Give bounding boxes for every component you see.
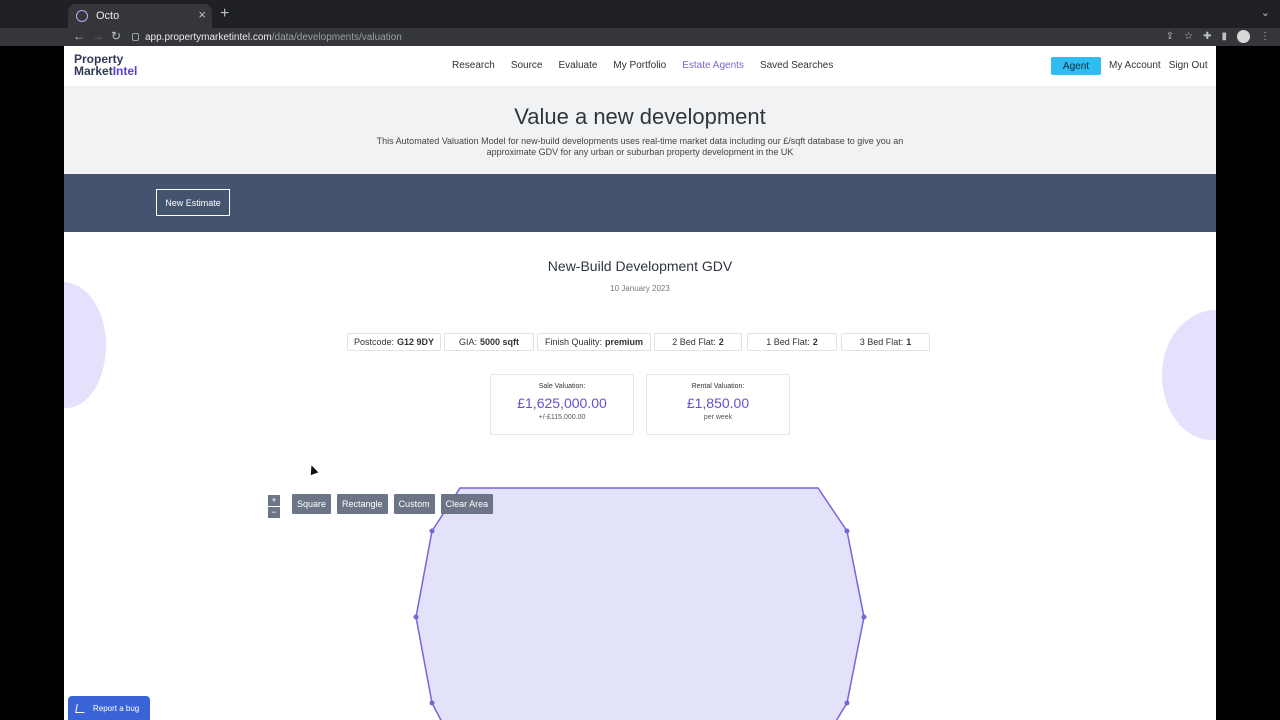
sidepanel-icon[interactable]: ▮ [1221,31,1227,42]
custom-tool-button[interactable]: Custom [393,494,435,514]
logo-line-2b: Intel [112,64,138,78]
logo[interactable]: Property MarketIntel [74,53,137,77]
chip-label: 1 Bed Flat: [766,337,810,347]
web-page: Property MarketIntel Research Source Eva… [64,46,1216,720]
chip-3-bed-flat: 3 Bed Flat: 1 [841,333,930,351]
rental-label: Rental Valuation: [691,383,745,390]
polygon-vertex-handle[interactable] [429,528,435,534]
sale-amount: £1,625,000.00 [517,395,607,411]
action-band: New Estimate [64,174,1216,232]
decorative-blob-right [1162,310,1216,440]
forward-icon[interactable]: → [92,29,104,43]
rectangle-tool-button[interactable]: Rectangle [337,494,388,514]
main-nav: Research Source Evaluate My Portfolio Es… [452,60,833,71]
decorative-blob-left [64,282,106,408]
chip-value: G12 9DY [397,337,435,347]
nav-my-portfolio[interactable]: My Portfolio [613,60,666,71]
chip-label: GIA: [458,337,477,347]
my-account-link[interactable]: My Account [1109,60,1161,71]
sale-margin: +/-£115,000.00 [538,414,586,421]
close-tab-icon[interactable]: × [198,7,206,22]
chevron-down-icon[interactable]: ⌄ [1261,6,1270,19]
result-title: New-Build Development GDV [547,258,733,274]
nav-source[interactable]: Source [511,60,543,71]
nav-saved-searches[interactable]: Saved Searches [760,60,833,71]
back-icon[interactable]: ← [73,29,85,43]
chip-value: premium [605,337,644,347]
url-path: /data/developments/valuation [271,31,402,43]
menu-icon[interactable]: ⋮ [1260,31,1270,42]
zoom-controls: + − [268,495,280,519]
browser-tab[interactable]: Octo × [68,4,212,28]
polygon-vertex-handle[interactable] [844,700,850,706]
chip-value: 2 [812,337,818,347]
sign-out-link[interactable]: Sign Out [1169,60,1208,71]
extensions-icon[interactable]: ✚ [1203,31,1211,42]
report-bug-button[interactable]: Report a bug [68,696,150,720]
rental-period: per week [703,414,733,421]
chip-finish-quality: Finish Quality: premium [537,333,651,351]
chip-value: 2 [718,337,724,347]
polygon-vertex-handle[interactable] [429,700,435,706]
report-bug-label: Report a bug [93,703,140,713]
site-header: Property MarketIntel Research Source Eva… [64,46,1216,86]
new-estimate-button[interactable]: New Estimate [156,189,230,216]
agent-button[interactable]: Agent [1051,57,1101,75]
drawn-area-polygon[interactable] [64,476,1216,720]
page-description: This Automated Valuation Model for new-b… [376,136,904,157]
tab-title: Octo [96,10,120,22]
map-area[interactable]: + − Square Rectangle Custom Clear Area [64,476,1216,720]
page-title: Value a new development [514,104,766,129]
chip-label: Postcode: [353,337,394,347]
chip-postcode: Postcode: G12 9DY [347,333,441,351]
pencil-icon [75,703,86,713]
chip-label: 3 Bed Flat: [859,337,904,347]
chip-value: 1 [906,337,912,347]
browser-toolbar: ← → ↻ app.propertymarketintel.com /data/… [0,28,1280,46]
clear-area-button[interactable]: Clear Area [440,494,494,514]
sale-label: Sale Valuation: [538,383,586,390]
logo-line-2a: Market [74,64,113,78]
polygon-vertex-handle[interactable] [844,528,850,534]
reload-icon[interactable]: ↻ [111,29,121,43]
sale-valuation-card: Sale Valuation: £1,625,000.00 +/-£115,00… [490,374,634,435]
square-tool-button[interactable]: Square [292,494,332,514]
share-icon[interactable]: ⇪ [1166,31,1174,42]
chip-value: 5000 sqft [479,337,520,347]
zoom-in-button[interactable]: + [268,495,280,507]
chip-1-bed-flat: 1 Bed Flat: 2 [747,333,837,351]
chip-label: 2 Bed Flat: [672,337,716,347]
profile-avatar[interactable] [1237,30,1250,43]
zoom-out-button[interactable]: − [268,507,280,519]
lock-icon [132,33,139,41]
new-tab-icon[interactable]: + [220,5,229,23]
rental-amount: £1,850.00 [686,395,750,411]
draw-tools: Square Rectangle Custom Clear Area [292,494,494,514]
octo-icon [76,10,88,22]
hero: Value a new development This Automated V… [64,86,1216,174]
polygon-vertex-handle[interactable] [861,614,867,620]
chip-2-bed-flat: 2 Bed Flat: 2 [654,333,742,351]
result-date: 10 January 2023 [610,284,670,293]
mouse-cursor [307,463,319,476]
url-host: app.propertymarketintel.com [145,31,272,43]
chip-gia: GIA: 5000 sqft [444,333,534,351]
chip-label: Finish Quality: [544,337,602,347]
rental-valuation-card: Rental Valuation: £1,850.00 per week [646,374,790,435]
nav-evaluate[interactable]: Evaluate [559,60,598,71]
address-bar[interactable]: app.propertymarketintel.com /data/develo… [132,29,1142,45]
nav-research[interactable]: Research [452,60,495,71]
nav-estate-agents[interactable]: Estate Agents [682,60,744,71]
polygon-vertex-handle[interactable] [413,614,419,620]
star-icon[interactable]: ☆ [1184,31,1193,42]
browser-tabstrip: Octo × + ⌄ [0,0,1280,28]
